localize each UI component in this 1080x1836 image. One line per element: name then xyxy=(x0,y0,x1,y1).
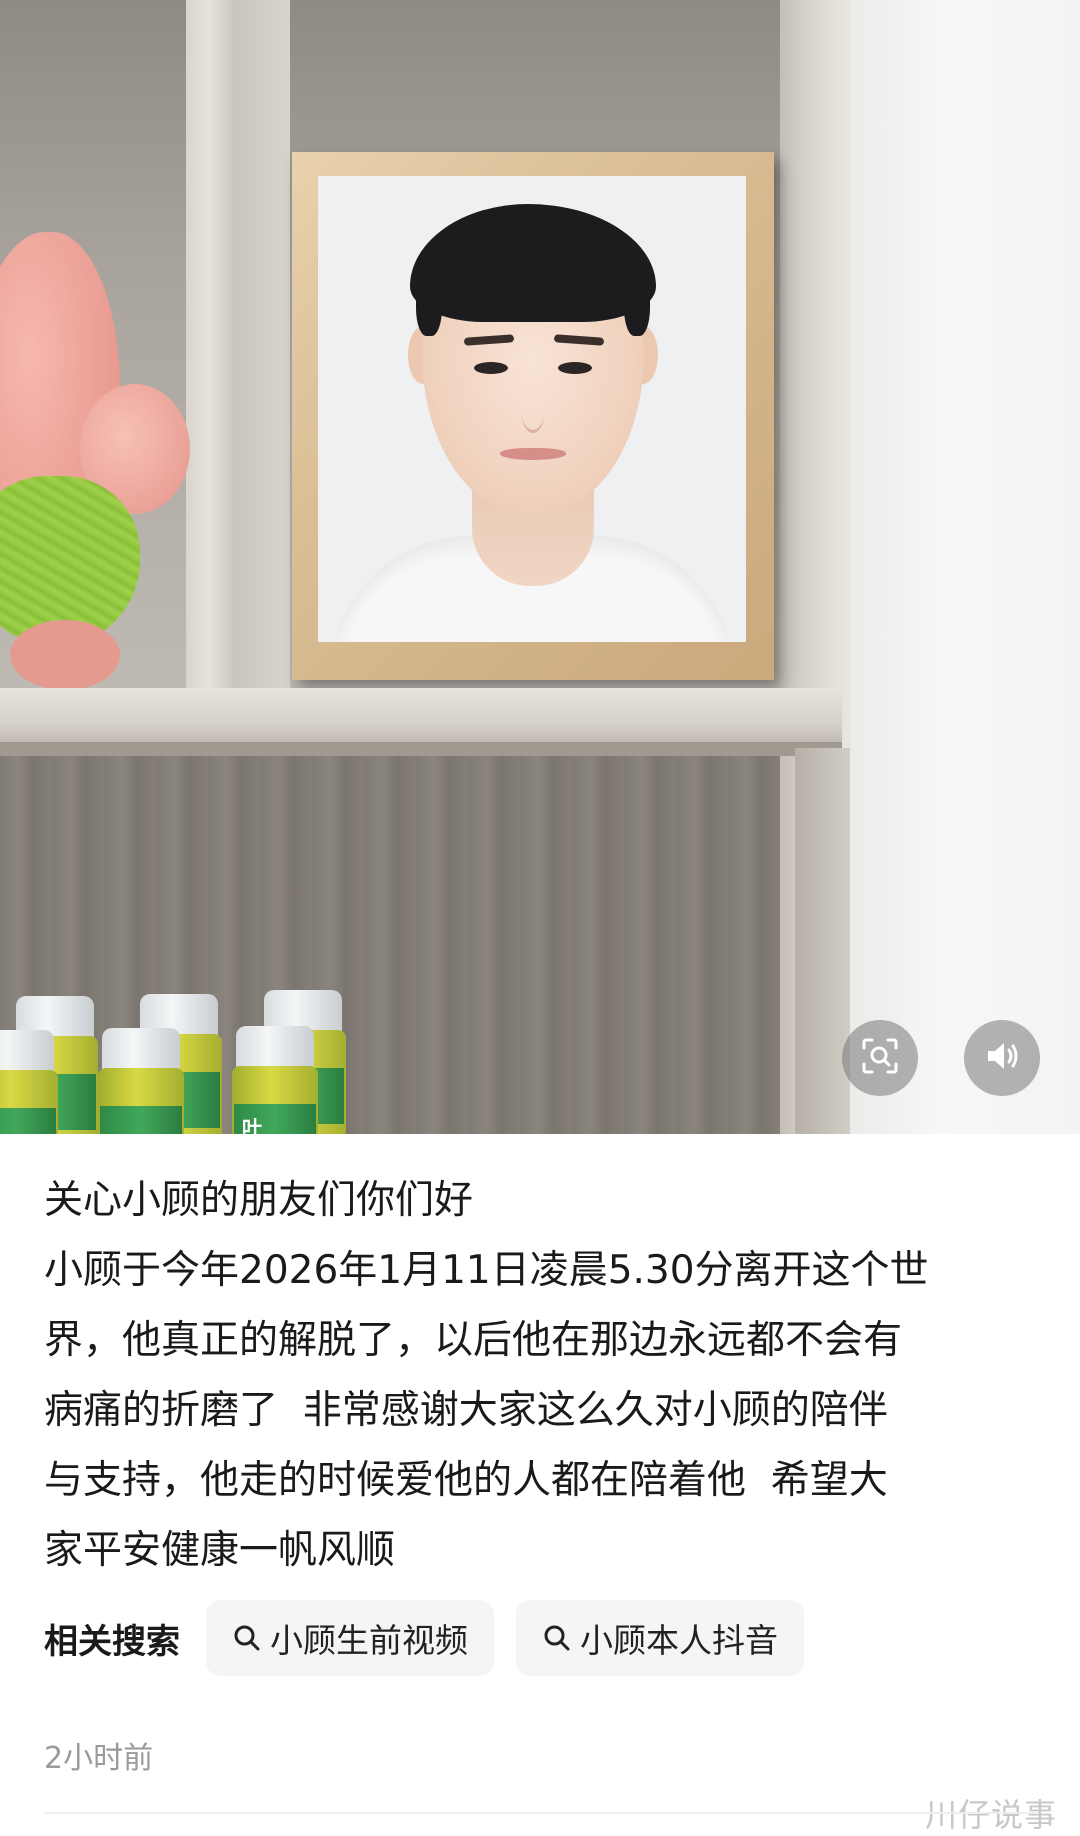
bottle-label-text: 叶 xyxy=(242,1116,263,1134)
search-icon xyxy=(544,1625,570,1651)
related-searches-label: 相关搜索 xyxy=(44,1621,180,1662)
mute-toggle-button[interactable] xyxy=(964,1020,1040,1096)
related-search-chip-label: 小顾本人抖音 xyxy=(580,1621,778,1660)
shelf-board xyxy=(0,688,842,750)
plush-toy-foot xyxy=(10,620,120,690)
divider xyxy=(44,1812,1036,1814)
related-search-chip-label: 小顾生前视频 xyxy=(270,1621,468,1660)
shelf-divider xyxy=(186,0,232,705)
bottle xyxy=(98,1028,184,1134)
post-photo[interactable]: 叶 xyxy=(0,0,1080,1134)
scan-search-button[interactable] xyxy=(842,1020,918,1096)
bottle xyxy=(0,1030,58,1134)
post-line: 与支持，他走的时候爱他的人都在陪着他 希望大 xyxy=(44,1458,888,1503)
related-search-chip[interactable]: 小顾生前视频 xyxy=(206,1600,494,1676)
portrait-hair xyxy=(410,204,656,322)
shelf-divider-lower xyxy=(795,748,850,1134)
search-icon xyxy=(234,1625,260,1651)
shelf-board-edge xyxy=(0,742,842,756)
shelf-divider-inner xyxy=(232,0,290,690)
post-timestamp: 2小时前 xyxy=(44,1741,154,1776)
post-line: 界，他真正的解脱了，以后他在那边永远都不会有 xyxy=(44,1318,903,1363)
portrait-eye xyxy=(558,362,592,374)
speaker-icon xyxy=(982,1036,1022,1080)
portrait-hair-side xyxy=(624,266,650,336)
wall xyxy=(850,0,1080,1134)
scan-search-icon xyxy=(860,1036,900,1080)
related-searches: 相关搜索 小顾生前视频 小顾本人抖音 xyxy=(44,1600,826,1676)
post-line: 病痛的折磨了 非常感谢大家这么久对小顾的陪伴 xyxy=(44,1388,888,1433)
portrait-eye xyxy=(474,362,508,374)
portrait-frame xyxy=(292,152,774,680)
post-line: 家平安健康一帆风顺 xyxy=(44,1528,396,1573)
portrait-hair-side xyxy=(416,266,442,336)
post-line: 关心小顾的朋友们你们好 xyxy=(44,1178,474,1223)
related-search-chip[interactable]: 小顾本人抖音 xyxy=(516,1600,804,1676)
post-body: 关心小顾的朋友们你们好 小顾于今年2026年1月11日凌晨5.30分离开这个世 … xyxy=(44,1166,1044,1586)
portrait-mouth xyxy=(500,448,566,460)
portrait-photo xyxy=(318,176,746,642)
bottle: 叶 xyxy=(232,1026,318,1134)
portrait-nose xyxy=(521,386,545,433)
post-line: 小顾于今年2026年1月11日凌晨5.30分离开这个世 xyxy=(44,1248,929,1293)
